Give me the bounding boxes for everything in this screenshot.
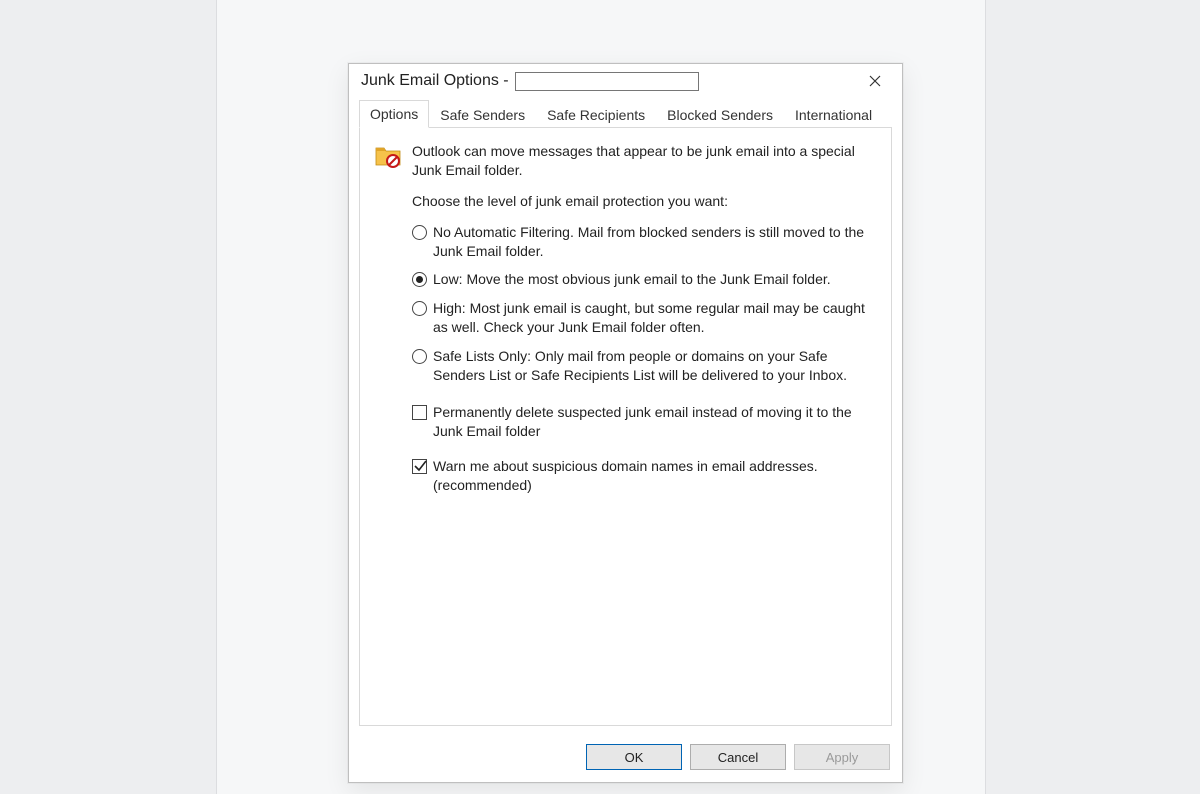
protection-level-group: No Automatic Filtering. Mail from blocke…	[412, 223, 877, 385]
radio-safe-lists-only[interactable]: Safe Lists Only: Only mail from people o…	[412, 347, 877, 385]
checkbox-label: Warn me about suspicious domain names in…	[433, 457, 877, 495]
tab-options[interactable]: Options	[359, 100, 429, 128]
tab-panel-options: Outlook can move messages that appear to…	[359, 128, 892, 726]
title-account-field[interactable]	[515, 72, 699, 91]
close-button[interactable]	[856, 67, 894, 95]
checkbox-indicator	[412, 459, 427, 474]
radio-label: Safe Lists Only: Only mail from people o…	[433, 347, 877, 385]
dialog-buttons: OK Cancel Apply	[349, 736, 902, 782]
tab-strip: Options Safe Senders Safe Recipients Blo…	[359, 98, 892, 128]
radio-label: High: Most junk email is caught, but som…	[433, 299, 877, 337]
radio-high[interactable]: High: Most junk email is caught, but som…	[412, 299, 877, 337]
tab-blocked-senders[interactable]: Blocked Senders	[656, 101, 784, 128]
radio-label: No Automatic Filtering. Mail from blocke…	[433, 223, 877, 261]
radio-indicator	[412, 272, 427, 287]
tab-label: Safe Recipients	[547, 107, 645, 123]
button-label: Cancel	[718, 750, 758, 765]
radio-no-filtering[interactable]: No Automatic Filtering. Mail from blocke…	[412, 223, 877, 261]
checkbox-permanently-delete[interactable]: Permanently delete suspected junk email …	[412, 403, 877, 441]
dialog-title: Junk Email Options -	[361, 72, 509, 90]
radio-indicator	[412, 301, 427, 316]
cancel-button[interactable]: Cancel	[690, 744, 786, 770]
checkbox-warn-suspicious-domains[interactable]: Warn me about suspicious domain names in…	[412, 457, 877, 495]
radio-indicator	[412, 349, 427, 364]
button-label: OK	[625, 750, 644, 765]
tab-label: Blocked Senders	[667, 107, 773, 123]
radio-label: Low: Move the most obvious junk email to…	[433, 270, 877, 289]
tab-safe-senders[interactable]: Safe Senders	[429, 101, 536, 128]
junk-folder-icon	[374, 142, 402, 180]
checkbox-indicator	[412, 405, 427, 420]
close-icon	[869, 75, 881, 87]
apply-button: Apply	[794, 744, 890, 770]
intro-text: Outlook can move messages that appear to…	[412, 142, 877, 180]
tab-international[interactable]: International	[784, 101, 883, 128]
tab-label: Options	[370, 106, 418, 122]
junk-email-options-dialog: Junk Email Options - Options Safe Sender…	[348, 63, 903, 783]
tab-label: International	[795, 107, 872, 123]
button-label: Apply	[826, 750, 859, 765]
checkbox-group: Permanently delete suspected junk email …	[412, 403, 877, 495]
titlebar: Junk Email Options -	[349, 64, 902, 98]
checkbox-label: Permanently delete suspected junk email …	[433, 403, 877, 441]
ok-button[interactable]: OK	[586, 744, 682, 770]
radio-indicator	[412, 225, 427, 240]
choose-level-label: Choose the level of junk email protectio…	[412, 192, 877, 211]
radio-low[interactable]: Low: Move the most obvious junk email to…	[412, 270, 877, 289]
tab-label: Safe Senders	[440, 107, 525, 123]
tab-safe-recipients[interactable]: Safe Recipients	[536, 101, 656, 128]
